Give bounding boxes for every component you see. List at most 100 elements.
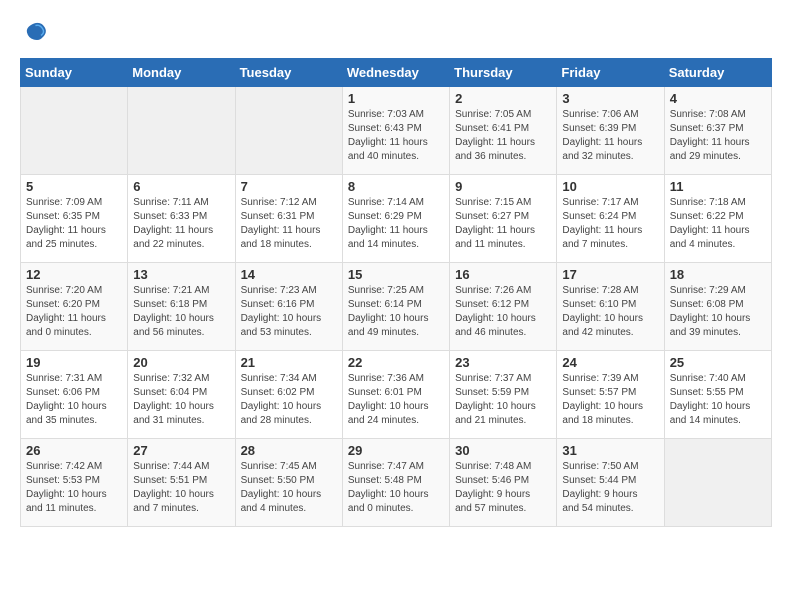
day-info: Sunrise: 7:39 AM Sunset: 5:57 PM Dayligh… [562, 373, 643, 426]
calendar-cell: 2 Sunrise: 7:05 AM Sunset: 6:41 PM Daylig… [450, 87, 557, 175]
day-info: Sunrise: 7:06 AM Sunset: 6:39 PM Dayligh… [562, 109, 642, 162]
day-info: Sunrise: 7:18 AM Sunset: 6:22 PM Dayligh… [670, 197, 750, 250]
day-info: Sunrise: 7:50 AM Sunset: 5:44 PM Dayligh… [562, 461, 638, 514]
day-info: Sunrise: 7:03 AM Sunset: 6:43 PM Dayligh… [348, 109, 428, 162]
day-number: 5 [26, 179, 122, 194]
calendar-cell: 31Sunrise: 7:50 AM Sunset: 5:44 PM Dayli… [557, 439, 664, 527]
calendar-cell: 11 Sunrise: 7:18 AM Sunset: 6:22 PM Dayli… [664, 175, 771, 263]
calendar-cell: 29Sunrise: 7:47 AM Sunset: 5:48 PM Dayli… [342, 439, 449, 527]
day-info: Sunrise: 7:17 AM Sunset: 6:24 PM Dayligh… [562, 197, 642, 250]
calendar-header-row: SundayMondayTuesdayWednesdayThursdayFrid… [21, 59, 772, 87]
day-info: Sunrise: 7:08 AM Sunset: 6:37 PM Dayligh… [670, 109, 750, 162]
day-info: Sunrise: 7:48 AM Sunset: 5:46 PM Dayligh… [455, 461, 531, 514]
day-number: 16 [455, 267, 551, 282]
calendar-cell: 8 Sunrise: 7:14 AM Sunset: 6:29 PM Daylig… [342, 175, 449, 263]
day-number: 17 [562, 267, 658, 282]
calendar-cell: 13 Sunrise: 7:21 AM Sunset: 6:18 PM Dayli… [128, 263, 235, 351]
day-number: 2 [455, 91, 551, 106]
day-number: 22 [348, 355, 444, 370]
day-info: Sunrise: 7:20 AM Sunset: 6:20 PM Dayligh… [26, 285, 106, 338]
day-number: 10 [562, 179, 658, 194]
day-number: 25 [670, 355, 766, 370]
calendar-cell: 26 Sunrise: 7:42 AM Sunset: 5:53 PM Dayli… [21, 439, 128, 527]
day-info: Sunrise: 7:36 AM Sunset: 6:01 PM Dayligh… [348, 373, 429, 426]
calendar-cell: 27Sunrise: 7:44 AM Sunset: 5:51 PM Dayli… [128, 439, 235, 527]
day-number: 24 [562, 355, 658, 370]
calendar-cell: 10 Sunrise: 7:17 AM Sunset: 6:24 PM Dayli… [557, 175, 664, 263]
day-number: 1 [348, 91, 444, 106]
day-number: 18 [670, 267, 766, 282]
calendar-cell: 18 Sunrise: 7:29 AM Sunset: 6:08 PM Dayli… [664, 263, 771, 351]
day-info: Sunrise: 7:40 AM Sunset: 5:55 PM Dayligh… [670, 373, 751, 426]
header-monday: Monday [128, 59, 235, 87]
calendar-cell [128, 87, 235, 175]
day-info: Sunrise: 7:12 AM Sunset: 6:31 PM Dayligh… [241, 197, 321, 250]
calendar-cell: 1 Sunrise: 7:03 AM Sunset: 6:43 PM Daylig… [342, 87, 449, 175]
day-number: 28 [241, 443, 337, 458]
calendar-cell: 20Sunrise: 7:32 AM Sunset: 6:04 PM Dayli… [128, 351, 235, 439]
day-number: 21 [241, 355, 337, 370]
day-number: 8 [348, 179, 444, 194]
day-info: Sunrise: 7:31 AM Sunset: 6:06 PM Dayligh… [26, 373, 107, 426]
day-number: 6 [133, 179, 229, 194]
calendar-cell: 14 Sunrise: 7:23 AM Sunset: 6:16 PM Dayli… [235, 263, 342, 351]
calendar-cell: 25 Sunrise: 7:40 AM Sunset: 5:55 PM Dayli… [664, 351, 771, 439]
day-info: Sunrise: 7:26 AM Sunset: 6:12 PM Dayligh… [455, 285, 536, 338]
day-number: 26 [26, 443, 122, 458]
day-number: 12 [26, 267, 122, 282]
day-number: 29 [348, 443, 444, 458]
day-number: 15 [348, 267, 444, 282]
logo-icon [20, 20, 48, 48]
calendar-week-5: 26 Sunrise: 7:42 AM Sunset: 5:53 PM Dayli… [21, 439, 772, 527]
day-info: Sunrise: 7:15 AM Sunset: 6:27 PM Dayligh… [455, 197, 535, 250]
day-number: 19 [26, 355, 122, 370]
page-header [20, 20, 772, 48]
day-number: 23 [455, 355, 551, 370]
day-info: Sunrise: 7:34 AM Sunset: 6:02 PM Dayligh… [241, 373, 322, 426]
day-info: Sunrise: 7:21 AM Sunset: 6:18 PM Dayligh… [133, 285, 214, 338]
calendar-cell [21, 87, 128, 175]
day-info: Sunrise: 7:45 AM Sunset: 5:50 PM Dayligh… [241, 461, 322, 514]
calendar-cell: 19 Sunrise: 7:31 AM Sunset: 6:06 PM Dayli… [21, 351, 128, 439]
header-tuesday: Tuesday [235, 59, 342, 87]
logo [20, 20, 52, 48]
calendar-cell [235, 87, 342, 175]
calendar-table: SundayMondayTuesdayWednesdayThursdayFrid… [20, 58, 772, 527]
header-wednesday: Wednesday [342, 59, 449, 87]
calendar-cell: 28 Sunrise: 7:45 AM Sunset: 5:50 PM Dayli… [235, 439, 342, 527]
day-info: Sunrise: 7:23 AM Sunset: 6:16 PM Dayligh… [241, 285, 322, 338]
calendar-cell: 17 Sunrise: 7:28 AM Sunset: 6:10 PM Dayli… [557, 263, 664, 351]
header-friday: Friday [557, 59, 664, 87]
day-info: Sunrise: 7:05 AM Sunset: 6:41 PM Dayligh… [455, 109, 535, 162]
header-sunday: Sunday [21, 59, 128, 87]
day-number: 20 [133, 355, 229, 370]
day-number: 27 [133, 443, 229, 458]
day-number: 13 [133, 267, 229, 282]
header-thursday: Thursday [450, 59, 557, 87]
calendar-week-3: 12 Sunrise: 7:20 AM Sunset: 6:20 PM Dayli… [21, 263, 772, 351]
calendar-cell: 5 Sunrise: 7:09 AM Sunset: 6:35 PM Daylig… [21, 175, 128, 263]
calendar-cell: 7 Sunrise: 7:12 AM Sunset: 6:31 PM Daylig… [235, 175, 342, 263]
day-number: 9 [455, 179, 551, 194]
calendar-cell [664, 439, 771, 527]
day-number: 14 [241, 267, 337, 282]
header-saturday: Saturday [664, 59, 771, 87]
calendar-cell: 21 Sunrise: 7:34 AM Sunset: 6:02 PM Dayli… [235, 351, 342, 439]
day-info: Sunrise: 7:42 AM Sunset: 5:53 PM Dayligh… [26, 461, 107, 514]
day-info: Sunrise: 7:37 AM Sunset: 5:59 PM Dayligh… [455, 373, 536, 426]
calendar-cell: 22 Sunrise: 7:36 AM Sunset: 6:01 PM Dayli… [342, 351, 449, 439]
day-number: 7 [241, 179, 337, 194]
calendar-week-1: 1 Sunrise: 7:03 AM Sunset: 6:43 PM Daylig… [21, 87, 772, 175]
day-info: Sunrise: 7:29 AM Sunset: 6:08 PM Dayligh… [670, 285, 751, 338]
calendar-cell: 15 Sunrise: 7:25 AM Sunset: 6:14 PM Dayli… [342, 263, 449, 351]
day-number: 11 [670, 179, 766, 194]
day-info: Sunrise: 7:14 AM Sunset: 6:29 PM Dayligh… [348, 197, 428, 250]
day-number: 3 [562, 91, 658, 106]
calendar-cell: 16 Sunrise: 7:26 AM Sunset: 6:12 PM Dayli… [450, 263, 557, 351]
day-info: Sunrise: 7:25 AM Sunset: 6:14 PM Dayligh… [348, 285, 429, 338]
day-info: Sunrise: 7:09 AM Sunset: 6:35 PM Dayligh… [26, 197, 106, 250]
day-info: Sunrise: 7:28 AM Sunset: 6:10 PM Dayligh… [562, 285, 643, 338]
calendar-cell: 6 Sunrise: 7:11 AM Sunset: 6:33 PM Daylig… [128, 175, 235, 263]
calendar-cell: 3 Sunrise: 7:06 AM Sunset: 6:39 PM Daylig… [557, 87, 664, 175]
day-info: Sunrise: 7:11 AM Sunset: 6:33 PM Dayligh… [133, 197, 213, 250]
